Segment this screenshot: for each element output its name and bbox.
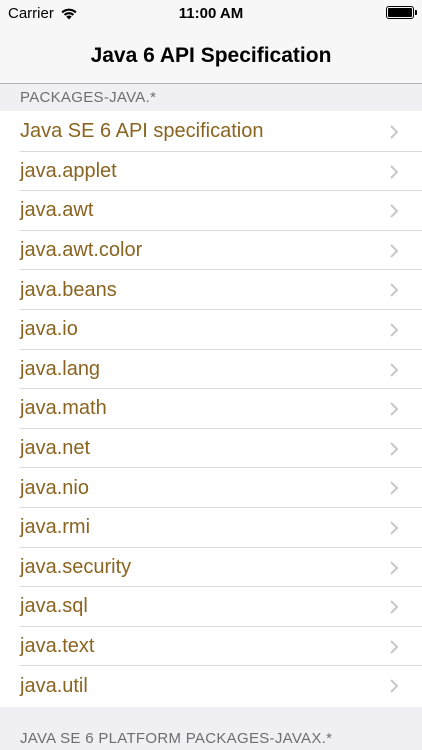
chevron-right-icon [390,481,399,496]
list-item[interactable]: Java SE 6 API specification [0,112,422,152]
chevron-right-icon [390,679,399,694]
battery-icon [386,6,417,19]
chevron-right-icon [390,164,399,179]
list-item[interactable]: java.beans [0,270,422,310]
list-item[interactable]: java.awt.color [0,231,422,271]
section-header-java: PACKAGES-JAVA.* [0,84,422,111]
navigation-bar: Java 6 API Specification [0,28,422,84]
list-item-label: java.security [20,555,132,578]
list-item-label: Java SE 6 API specification [20,120,264,143]
chevron-right-icon [390,521,399,535]
section-header-label: JAVA SE 6 PLATFORM PACKAGES-JAVAX.* [20,730,333,747]
list-item[interactable]: java.applet [0,152,422,192]
list-item[interactable]: java.net [0,429,422,469]
list-item[interactable]: java.io [0,310,422,350]
page-title: Java 6 API Specification [90,44,332,67]
status-bar: Carrier 11:00 AM [0,0,422,28]
list-item-label: java.lang [20,357,101,380]
list-item[interactable]: java.lang [0,350,422,390]
list-item-label: java.io [20,318,78,341]
chevron-right-icon [390,402,399,416]
list-item-label: java.rmi [20,516,91,539]
section-header-javax: JAVA SE 6 PLATFORM PACKAGES-JAVAX.* [0,707,422,750]
list-item[interactable]: java.security [0,548,422,588]
battery-fill [388,8,412,17]
chevron-right-icon [390,244,399,258]
chevron-right-icon [390,125,399,139]
list-item[interactable]: java.math [0,389,422,429]
list-item-label: java.text [20,635,95,658]
list-item[interactable]: java.util [0,666,422,706]
chevron-right-icon [390,600,399,614]
list-item[interactable]: java.sql [0,587,422,627]
list-item-label: java.net [20,437,91,460]
status-time: 11:00 AM [178,5,244,22]
list-item-label: java.beans [20,278,117,301]
chevron-right-icon [390,442,399,456]
list-item-label: java.awt.color [20,239,143,262]
list-item-label: java.nio [20,476,89,499]
list-item-label: java.sql [20,595,88,618]
list-item-label: java.util [20,674,88,697]
chevron-right-icon [390,323,399,337]
list-item-label: java.applet [20,159,117,182]
package-list-java: Java SE 6 API specification java.applet ja… [0,112,422,706]
chevron-right-icon [390,560,399,575]
chevron-right-icon [390,362,399,377]
list-item[interactable]: java.text [0,627,422,667]
chevron-right-icon [390,283,399,298]
section-header-label: PACKAGES-JAVA.* [20,89,157,106]
list-item[interactable]: java.nio [0,468,422,508]
status-right [386,6,417,19]
list-item[interactable]: java.rmi [0,508,422,548]
list-item-label: java.awt [20,199,94,222]
list-item-label: java.math [20,397,107,420]
list-item[interactable]: java.awt [0,191,422,231]
chevron-right-icon [390,204,399,218]
chevron-right-icon [390,640,399,654]
